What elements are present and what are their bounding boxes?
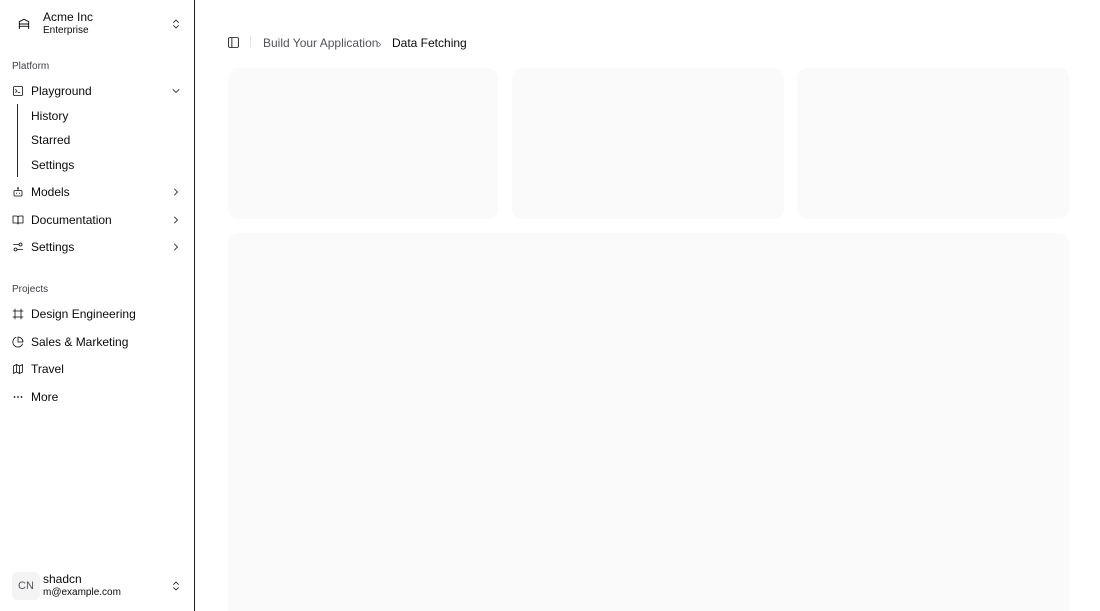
sub-item-starred[interactable]: Starred — [25, 129, 175, 151]
more-horizontal-icon — [12, 391, 24, 403]
terminal-icon — [12, 85, 24, 97]
sub-item-label: Starred — [31, 133, 71, 147]
frame-icon — [12, 308, 24, 320]
projects-label: Projects — [12, 284, 49, 295]
user-name: shadcn — [43, 572, 82, 586]
settings-sliders-icon — [12, 241, 24, 253]
nav-item-settings[interactable]: Settings — [8, 235, 186, 259]
chevron-down-icon — [170, 85, 182, 97]
nav-item-documentation[interactable]: Documentation — [8, 208, 186, 232]
chevron-right-icon — [170, 241, 182, 253]
sub-item-label: Settings — [31, 158, 75, 172]
project-design-engineering[interactable]: Design Engineering — [8, 302, 186, 326]
breadcrumb-page: Data Fetching — [392, 36, 467, 50]
chevron-right-icon — [170, 186, 182, 198]
chevrons-up-down-icon — [170, 18, 182, 30]
chevron-right-icon — [375, 38, 384, 48]
project-sales-marketing[interactable]: Sales & Marketing — [8, 330, 186, 354]
project-label: Sales & Marketing — [31, 335, 129, 349]
sub-item-history[interactable]: History — [25, 105, 175, 127]
placeholder-main-panel — [228, 233, 1069, 611]
map-icon — [12, 363, 24, 375]
nav-item-label: Playground — [31, 84, 92, 98]
nav-item-models[interactable]: Models — [8, 180, 186, 204]
project-label: Design Engineering — [31, 307, 136, 321]
avatar: CN — [12, 572, 40, 600]
project-more[interactable]: More — [8, 385, 186, 409]
header: Build Your Application Data Fetching — [196, 28, 1100, 56]
placeholder-card-3 — [797, 68, 1069, 219]
pie-chart-icon — [12, 336, 24, 348]
nav-item-label: Documentation — [31, 213, 112, 227]
sub-item-label: History — [31, 109, 69, 123]
sub-item-settings[interactable]: Settings — [25, 154, 175, 176]
breadcrumb-link[interactable]: Build Your Application — [263, 36, 378, 50]
book-icon — [12, 214, 24, 226]
team-switcher[interactable]: Acme Inc Enterprise — [8, 6, 186, 42]
logo-icon — [8, 8, 40, 40]
submenu-rail — [17, 104, 18, 177]
platform-label: Platform — [12, 61, 50, 72]
header-separator — [250, 36, 251, 48]
placeholder-card-2 — [512, 68, 784, 219]
bot-icon — [12, 186, 24, 198]
project-label: Travel — [31, 362, 64, 376]
project-label: More — [31, 390, 59, 404]
sidebar: Acme Inc Enterprise Platform Playground … — [0, 0, 195, 611]
nav-item-label: Settings — [31, 240, 75, 254]
team-name: Acme Inc — [43, 10, 94, 24]
nav-item-playground[interactable]: Playground — [8, 79, 186, 103]
user-menu[interactable]: CN shadcn m@example.com — [8, 568, 186, 604]
team-plan: Enterprise — [43, 25, 89, 36]
user-email: m@example.com — [43, 587, 121, 598]
project-travel[interactable]: Travel — [8, 357, 186, 381]
chevrons-up-down-icon — [170, 580, 182, 592]
sidebar-toggle-icon[interactable] — [227, 36, 240, 49]
placeholder-card-1 — [228, 68, 498, 219]
chevron-right-icon — [170, 214, 182, 226]
nav-item-label: Models — [31, 185, 70, 199]
